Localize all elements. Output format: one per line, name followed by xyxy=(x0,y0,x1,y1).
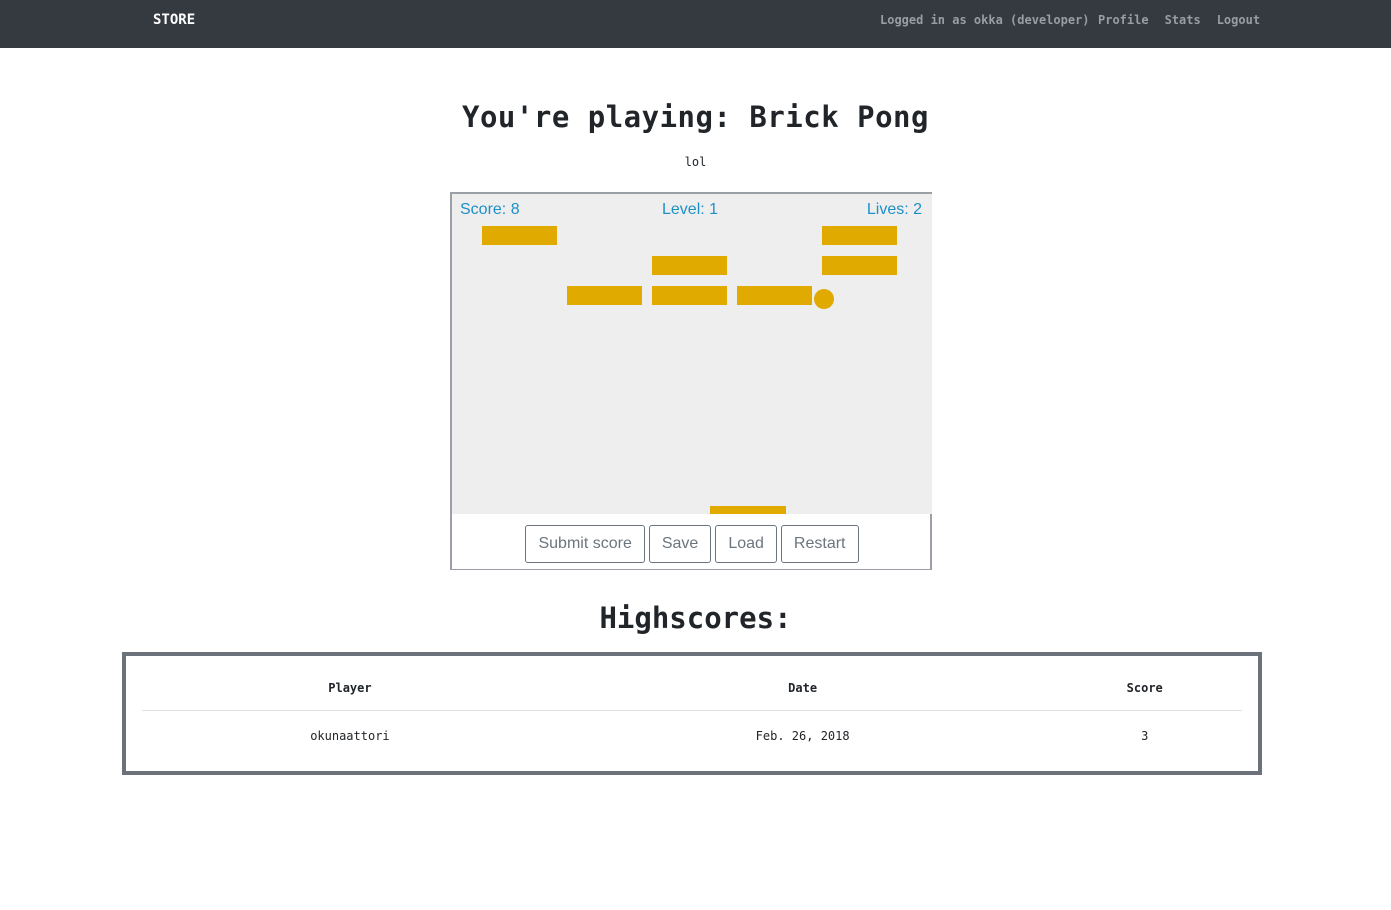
load-button[interactable]: Load xyxy=(715,525,777,563)
login-status: Logged in as okka (developer) xyxy=(880,13,1090,27)
ball xyxy=(814,289,834,309)
navbar: STORE Logged in as okka (developer) Prof… xyxy=(0,0,1391,48)
game-controls: Submit score Save Load Restart xyxy=(452,525,932,563)
highscores-table: Player Date Score okunaattori Feb. 26, 2… xyxy=(142,666,1242,761)
brick xyxy=(482,226,557,245)
score-display: Score: 8 xyxy=(460,201,520,218)
brick xyxy=(567,286,642,305)
column-header-score: Score xyxy=(1047,666,1242,711)
level-display: Level: 1 xyxy=(662,201,719,218)
nav-links: Profile Stats Logout xyxy=(1098,13,1260,27)
brick xyxy=(822,256,897,275)
game-canvas[interactable]: Score: 8 Level: 1 Lives: 2 xyxy=(452,194,932,514)
nav-stats-link[interactable]: Stats xyxy=(1165,13,1201,27)
table-row: okunaattori Feb. 26, 2018 3 xyxy=(142,711,1242,762)
brick xyxy=(652,286,727,305)
date-cell: Feb. 26, 2018 xyxy=(755,729,850,743)
highscores-panel: Player Date Score okunaattori Feb. 26, 2… xyxy=(122,652,1262,775)
lives-display: Lives: 2 xyxy=(866,201,922,218)
nav-logout-link[interactable]: Logout xyxy=(1217,13,1260,27)
paddle[interactable] xyxy=(710,506,786,514)
table-header-row: Player Date Score xyxy=(142,666,1242,711)
brick xyxy=(822,226,897,245)
brick xyxy=(652,256,727,275)
game-description: lol xyxy=(684,155,707,169)
game-frame: Score: 8 Level: 1 Lives: 2 Submit score … xyxy=(450,192,932,570)
brick xyxy=(737,286,812,305)
score-cell: 3 xyxy=(1141,729,1149,743)
player-cell: okunaattori xyxy=(310,729,390,743)
save-button[interactable]: Save xyxy=(648,525,712,563)
column-header-player: Player xyxy=(142,666,558,711)
highscores-title: Highscores: xyxy=(599,601,792,635)
restart-button[interactable]: Restart xyxy=(780,525,859,563)
submit-score-button[interactable]: Submit score xyxy=(525,525,645,563)
page-title: You're playing: Brick Pong xyxy=(462,100,929,134)
nav-profile-link[interactable]: Profile xyxy=(1098,13,1149,27)
column-header-date: Date xyxy=(557,666,1048,711)
brand-link[interactable]: STORE xyxy=(153,12,195,28)
